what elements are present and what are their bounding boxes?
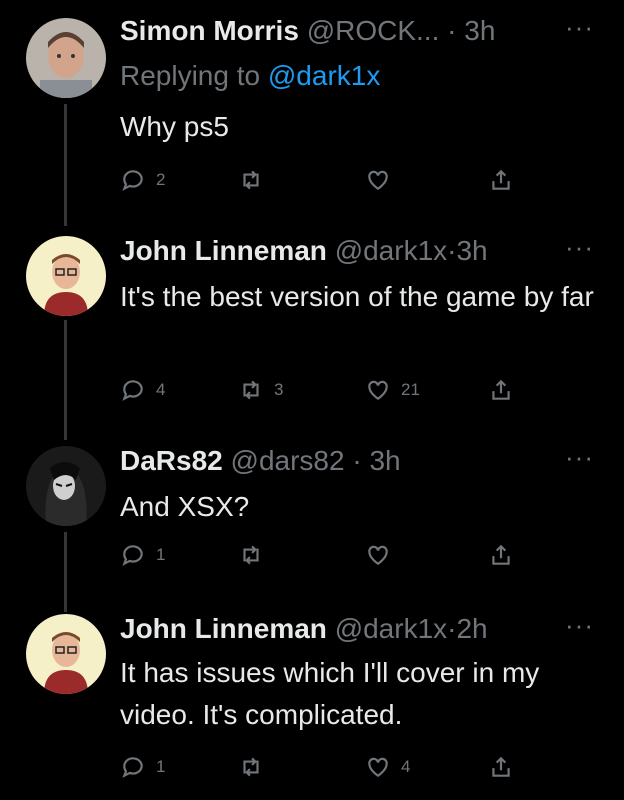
reply-button[interactable]: 2 [120, 165, 165, 195]
tweet-header: DaRs82 @dars82 · 3h [120, 444, 564, 478]
share-button[interactable] [488, 165, 514, 195]
replying-to-label: Replying to [120, 60, 261, 91]
timestamp[interactable]: 3h [369, 445, 400, 476]
avatar-image [26, 614, 106, 694]
reply-count: 4 [156, 380, 166, 399]
tweet-text: It has issues which I'll cover in my vid… [120, 657, 540, 730]
tweet-text: And XSX? [120, 491, 250, 522]
tweet-header: John Linneman @dark1x·3h [120, 234, 564, 268]
avatar[interactable] [26, 614, 106, 694]
more-icon[interactable]: ··· [565, 12, 594, 43]
avatar[interactable] [26, 236, 106, 316]
action-bar: 1 4 [120, 752, 520, 782]
reply-icon [122, 170, 143, 191]
reply-icon [122, 545, 143, 566]
reply-count: 1 [156, 757, 166, 776]
retweet-button[interactable]: 3 [238, 375, 283, 405]
tweet-text: It's the best version of the game by far [120, 281, 594, 312]
retweet-button[interactable] [238, 752, 274, 782]
replying-to: Replying to @dark1x [120, 60, 380, 92]
avatar-image [26, 236, 106, 316]
retweet-icon [243, 380, 259, 400]
tweet-header: John Linneman @dark1x·2h [120, 612, 564, 646]
like-icon [368, 545, 388, 565]
share-button[interactable] [488, 375, 514, 405]
retweet-count: 3 [274, 380, 284, 399]
reply-button[interactable]: 1 [120, 540, 165, 570]
reply-button[interactable]: 1 [120, 752, 165, 782]
avatar-image [26, 18, 106, 98]
reply-icon [122, 757, 143, 778]
like-count: 21 [401, 380, 420, 399]
tweet[interactable]: John Linneman @dark1x·2h ··· It has issu… [0, 600, 624, 800]
more-icon[interactable]: ··· [565, 232, 594, 263]
tweet[interactable]: John Linneman @dark1x·3h ··· It's the be… [0, 222, 624, 420]
share-icon [492, 169, 510, 190]
author-name[interactable]: John Linneman [120, 235, 327, 266]
like-icon [368, 757, 388, 777]
tweet-header: Simon Morris @ROCK... · 3h [120, 14, 564, 48]
separator-dot: · [447, 15, 457, 46]
avatar[interactable] [26, 18, 106, 98]
author-name[interactable]: DaRs82 [120, 445, 223, 476]
timestamp[interactable]: 2h [456, 613, 487, 644]
avatar[interactable] [26, 446, 106, 526]
like-button[interactable]: 21 [365, 375, 420, 405]
reply-count: 2 [156, 170, 166, 189]
like-button[interactable] [365, 540, 401, 570]
action-bar: 2 [120, 165, 520, 195]
timestamp[interactable]: 3h [456, 235, 487, 266]
retweet-button[interactable] [238, 540, 274, 570]
more-icon[interactable]: ··· [565, 442, 594, 473]
reply-button[interactable]: 4 [120, 375, 165, 405]
author-name[interactable]: John Linneman [120, 613, 327, 644]
more-icon[interactable]: ··· [565, 610, 594, 641]
like-button[interactable] [365, 165, 401, 195]
retweet-icon [243, 545, 259, 565]
author-handle[interactable]: @dars82 [231, 445, 345, 476]
separator-dot: · [352, 445, 362, 476]
like-count: 4 [401, 757, 411, 776]
share-icon [492, 756, 510, 777]
reply-count: 1 [156, 545, 166, 564]
like-icon [368, 170, 388, 190]
retweet-icon [243, 170, 259, 190]
tweet[interactable]: DaRs82 @dars82 · 3h ··· And XSX? 1 [0, 434, 624, 600]
share-button[interactable] [488, 540, 514, 570]
share-icon [492, 379, 510, 400]
avatar-image [26, 446, 106, 526]
replying-to-mention[interactable]: @dark1x [268, 60, 380, 91]
author-handle[interactable]: @dark1x [335, 235, 447, 266]
action-bar: 4 3 21 [120, 375, 520, 405]
share-button[interactable] [488, 752, 514, 782]
tweet-text: Why ps5 [120, 111, 229, 142]
share-icon [492, 544, 510, 565]
author-name[interactable]: Simon Morris [120, 15, 299, 46]
like-button[interactable]: 4 [365, 752, 410, 782]
like-icon [368, 380, 388, 400]
author-handle[interactable]: @dark1x [335, 613, 447, 644]
reply-icon [122, 380, 143, 401]
timestamp[interactable]: 3h [464, 15, 495, 46]
retweet-button[interactable] [238, 165, 274, 195]
tweet[interactable]: Simon Morris @ROCK... · 3h ··· Replying … [0, 0, 624, 220]
retweet-icon [243, 757, 259, 777]
author-handle[interactable]: @ROCK... [307, 15, 440, 46]
action-bar: 1 [120, 540, 520, 570]
